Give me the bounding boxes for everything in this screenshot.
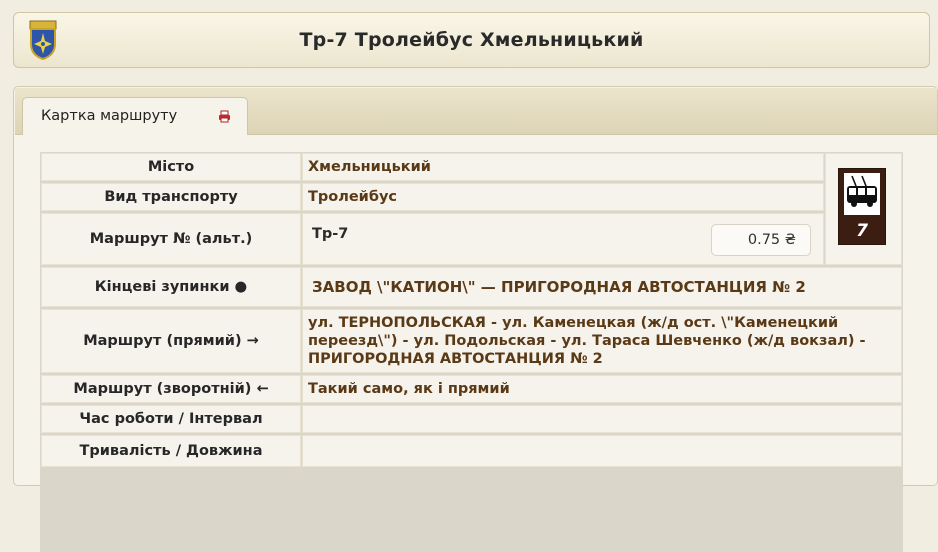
label-terminal-stops: Кінцеві зупинки ●	[41, 267, 301, 307]
label-route-number: Маршрут № (альт.)	[41, 213, 301, 265]
route-number-badge: 7	[856, 221, 868, 241]
value-route-number: Тр-7 0.75 ₴	[302, 213, 824, 265]
label-city: Місто	[41, 153, 301, 181]
value-working-hours	[302, 405, 902, 433]
label-route-backward: Маршрут (зворотній) ←	[41, 375, 301, 403]
route-badge: 7	[838, 168, 886, 245]
label-working-hours: Час роботи / Інтервал	[41, 405, 301, 433]
label-duration-length: Тривалість / Довжина	[41, 435, 301, 467]
page-header: Тр-7 Тролейбус Хмельницький	[13, 12, 930, 68]
label-transport-type: Вид транспорту	[41, 183, 301, 211]
fare-price: 0.75 ₴	[711, 224, 811, 256]
tab-bar: Картка маршруту	[15, 88, 937, 135]
value-terminal-stops: ЗАВОД \"КАТИОН\" — ПРИГОРОДНАЯ АВТОСТАНЦ…	[302, 267, 902, 307]
trolleybus-icon	[844, 173, 880, 215]
page-title: Тр-7 Тролейбус Хмельницький	[299, 29, 644, 51]
label-route-forward: Маршрут (прямий) →	[41, 309, 301, 373]
tab-label: Картка маршруту	[41, 108, 178, 124]
value-duration-length	[302, 435, 902, 467]
print-icon[interactable]	[218, 110, 231, 123]
tab-route-card[interactable]: Картка маршруту	[22, 97, 248, 135]
value-city: Хмельницький	[302, 153, 824, 181]
value-route-forward: ул. ТЕРНОПОЛЬСКАЯ - ул. Каменецкая (ж/д …	[302, 309, 902, 373]
route-card-panel: Картка маршруту Місто Хмельницький Вид т…	[13, 86, 938, 552]
value-transport-type: Тролейбус	[302, 183, 824, 211]
value-route-backward: Такий само, як і прямий	[302, 375, 902, 403]
route-info-table: Місто Хмельницький Вид транспорту Тролей…	[40, 152, 903, 552]
